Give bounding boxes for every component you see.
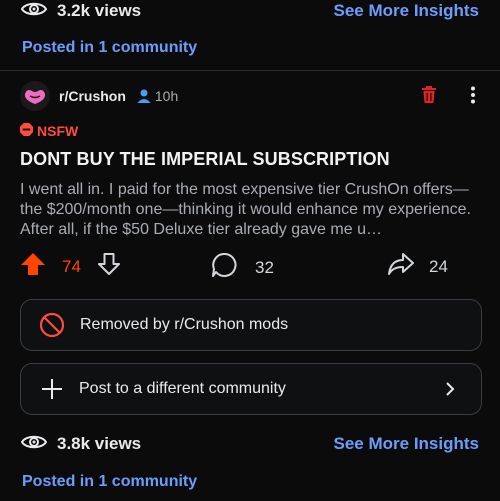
post-time: 10h (154, 88, 179, 104)
nsfw-tag: NSFW (0, 122, 500, 140)
eye-icon (20, 432, 48, 457)
post-title[interactable]: DONT BUY THE IMPERIAL SUBSCRIPTION (0, 149, 500, 170)
views-block: 3.2k views (20, 0, 142, 24)
views-row-bottom: 3.8k views See More Insights (0, 433, 500, 455)
nsfw-label: NSFW (37, 123, 79, 139)
subreddit-avatar[interactable] (20, 81, 50, 111)
delete-icon[interactable] (421, 86, 437, 109)
comments-button[interactable]: 32 (211, 252, 274, 283)
share-icon (387, 252, 415, 281)
share-count: 24 (429, 256, 448, 276)
see-more-insights-link[interactable]: See More Insights (334, 434, 479, 454)
post-to-different-community-button[interactable]: Post to a different community (20, 363, 482, 415)
post-to-different-community-label: Post to a different community (79, 380, 286, 397)
posted-in-community-link[interactable]: Posted in 1 community (0, 473, 197, 490)
vote-score: 74 (62, 256, 81, 276)
more-options-icon[interactable] (470, 86, 476, 109)
downvote-icon[interactable] (97, 252, 121, 281)
views-count: 3.8k views (57, 434, 142, 453)
views-row-top: 3.2k views See More Insights (0, 0, 500, 22)
vote-group: 74 (20, 252, 121, 281)
eye-icon (20, 0, 48, 24)
see-more-insights-link[interactable]: See More Insights (334, 1, 479, 21)
upvote-icon[interactable] (20, 252, 46, 281)
removed-notice-text: Removed by r/Crushon mods (80, 316, 289, 333)
post-body[interactable]: I went all in. I paid for the most expen… (0, 180, 500, 240)
nsfw-icon (20, 123, 33, 139)
share-button[interactable]: 24 (387, 252, 448, 281)
posted-in-community-link[interactable]: Posted in 1 community (0, 39, 197, 56)
subreddit-name[interactable]: r/Crushon (59, 88, 126, 104)
comments-count: 32 (255, 257, 274, 277)
views-block: 3.8k views (20, 432, 142, 457)
comment-icon (211, 252, 237, 283)
prohibited-icon (39, 312, 65, 338)
removed-notice-card: Removed by r/Crushon mods (20, 299, 482, 351)
views-count: 3.2k views (57, 1, 142, 20)
chevron-right-icon (445, 381, 455, 397)
plus-icon (41, 378, 63, 400)
moderator-icon (136, 88, 152, 104)
divider (0, 70, 500, 71)
